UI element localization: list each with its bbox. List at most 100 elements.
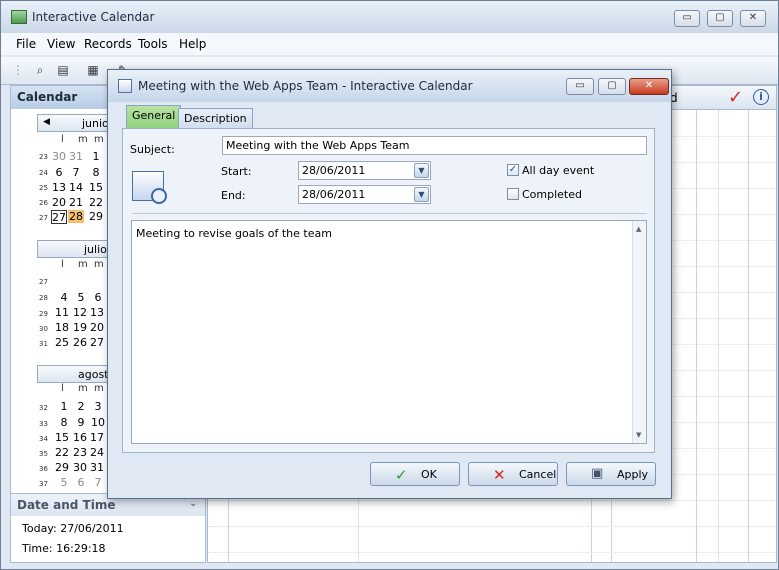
day-cell[interactable]: 8 <box>56 416 72 429</box>
day-cell[interactable]: 2 <box>73 400 89 413</box>
day-cell[interactable]: 10 <box>90 416 106 429</box>
day-cell[interactable]: 29 <box>54 461 70 474</box>
maximize-button[interactable]: ▢ <box>707 10 733 27</box>
menu-file[interactable]: File <box>16 37 36 51</box>
dow-label: m <box>78 134 88 145</box>
day-cell[interactable]: 22 <box>54 446 70 459</box>
day-cell[interactable]: 9 <box>73 416 89 429</box>
day-cell[interactable]: 3 <box>90 400 106 413</box>
day-cell[interactable]: 18 <box>54 321 70 334</box>
all-day-checkbox[interactable]: ✓ <box>507 164 519 176</box>
day-cell[interactable]: 14 <box>68 181 84 194</box>
dow-label: m <box>78 383 88 394</box>
day-cell[interactable]: 11 <box>54 306 70 319</box>
day-cell[interactable]: 30 <box>72 461 88 474</box>
menu-view[interactable]: View <box>47 37 75 51</box>
day-cell[interactable]: 4 <box>56 291 72 304</box>
day-cell[interactable]: 20 <box>51 196 67 209</box>
day-cell[interactable]: 19 <box>72 321 88 334</box>
tab-general[interactable]: General <box>126 105 182 129</box>
tab-description[interactable]: Description <box>178 108 253 130</box>
day-cell[interactable]: 20 <box>89 321 105 334</box>
check-icon[interactable]: ✓ <box>728 87 743 108</box>
end-date-value: 28/06/2011 <box>302 188 366 201</box>
day-cell[interactable]: 7 <box>90 476 106 489</box>
search-icon[interactable]: ⌕ <box>31 62 49 78</box>
close-button[interactable]: ✕ <box>740 10 766 27</box>
start-date-field[interactable]: 28/06/2011 ▼ <box>298 161 431 180</box>
week-number: 28 <box>39 294 48 302</box>
day-cell[interactable]: 16 <box>72 431 88 444</box>
grid-row-line <box>208 500 776 501</box>
day-cell[interactable]: 23 <box>72 446 88 459</box>
completed-checkbox[interactable] <box>507 188 519 200</box>
info-icon[interactable]: i <box>753 89 769 105</box>
start-label: Start: <box>221 165 252 178</box>
day-cell[interactable]: 15 <box>54 431 70 444</box>
day-cell[interactable]: 26 <box>72 336 88 349</box>
dow-label: l <box>61 259 64 270</box>
day-cell[interactable]: 27 <box>89 336 105 349</box>
day-cell[interactable]: 6 <box>51 166 67 179</box>
chevron-down-icon[interactable]: ▼ <box>414 187 429 202</box>
day-cell[interactable]: 6 <box>90 291 106 304</box>
save-disk-icon: ▣ <box>591 466 604 481</box>
day-cell[interactable]: 29 <box>88 210 104 223</box>
notes-scrollbar[interactable]: ▲ ▼ <box>632 221 646 443</box>
menu-help[interactable]: Help <box>179 37 206 51</box>
minimize-button[interactable]: ▭ <box>674 10 700 27</box>
day-cell[interactable]: 13 <box>51 181 67 194</box>
day-cell[interactable]: 22 <box>88 196 104 209</box>
dow-label: m <box>94 134 104 145</box>
dialog-titlebar[interactable]: Meeting with the Web Apps Team - Interac… <box>108 70 671 102</box>
dialog-close-button[interactable]: ✕ <box>629 78 669 95</box>
day-cell[interactable]: 13 <box>89 306 105 319</box>
day-cell[interactable]: 6 <box>73 476 89 489</box>
day-cell[interactable]: 21 <box>68 196 84 209</box>
day-cell[interactable]: 30 <box>51 150 67 163</box>
end-date-field[interactable]: 28/06/2011 ▼ <box>298 185 431 204</box>
week-number: 26 <box>39 199 48 207</box>
day-cell[interactable]: 15 <box>88 181 104 194</box>
day-cell[interactable]: 1 <box>56 400 72 413</box>
menu-records[interactable]: Records <box>84 37 132 51</box>
day-cell[interactable]: 1 <box>88 150 104 163</box>
chevron-down-icon[interactable]: ▼ <box>414 163 429 178</box>
day-cell[interactable]: 5 <box>56 476 72 489</box>
day-cell[interactable]: 31 <box>68 150 84 163</box>
day-cell[interactable]: 24 <box>89 446 105 459</box>
week-number: 33 <box>39 420 48 428</box>
day-cell[interactable]: 8 <box>88 166 104 179</box>
scroll-up-icon[interactable]: ▲ <box>636 225 641 233</box>
completed-label: Completed <box>522 188 582 201</box>
notes-textarea[interactable]: Meeting to revise goals of the team ▲ ▼ <box>131 220 647 444</box>
day-cell[interactable]: 5 <box>73 291 89 304</box>
day-cell[interactable]: 12 <box>72 306 88 319</box>
grid-col-line <box>748 110 749 562</box>
dialog-title: Meeting with the Web Apps Team - Interac… <box>138 79 473 93</box>
day-cell[interactable]: 7 <box>68 166 84 179</box>
dialog-maximize-button[interactable]: ▢ <box>598 78 626 95</box>
day-cell-selected[interactable]: 28 <box>68 210 84 223</box>
prev-month-icon[interactable]: ◀ <box>43 117 50 127</box>
checkmark-icon: ✓ <box>395 466 408 484</box>
subject-field[interactable]: Meeting with the Web Apps Team <box>222 136 647 155</box>
scroll-down-icon[interactable]: ▼ <box>636 431 641 439</box>
ok-button[interactable]: ✓ OK <box>370 462 460 486</box>
menu-tools[interactable]: Tools <box>138 37 168 51</box>
collapse-icon[interactable]: ⌄ <box>189 498 197 509</box>
week-number: 29 <box>39 310 48 318</box>
apply-button[interactable]: ▣ Apply <box>566 462 656 486</box>
week-number: 30 <box>39 325 48 333</box>
main-titlebar[interactable]: Interactive Calendar ▭ ▢ ✕ <box>1 1 778 33</box>
cancel-button[interactable]: ✕ Cancel <box>468 462 558 486</box>
dialog-minimize-button[interactable]: ▭ <box>566 78 594 95</box>
print-icon[interactable]: ▤ <box>54 62 72 78</box>
grid-col-line <box>718 110 719 562</box>
day-cell[interactable]: 25 <box>54 336 70 349</box>
report-icon[interactable]: ▦ <box>84 62 102 78</box>
week-number: 24 <box>39 169 48 177</box>
day-cell[interactable]: 31 <box>89 461 105 474</box>
day-cell-today[interactable]: 27 <box>51 210 67 224</box>
day-cell[interactable]: 17 <box>89 431 105 444</box>
